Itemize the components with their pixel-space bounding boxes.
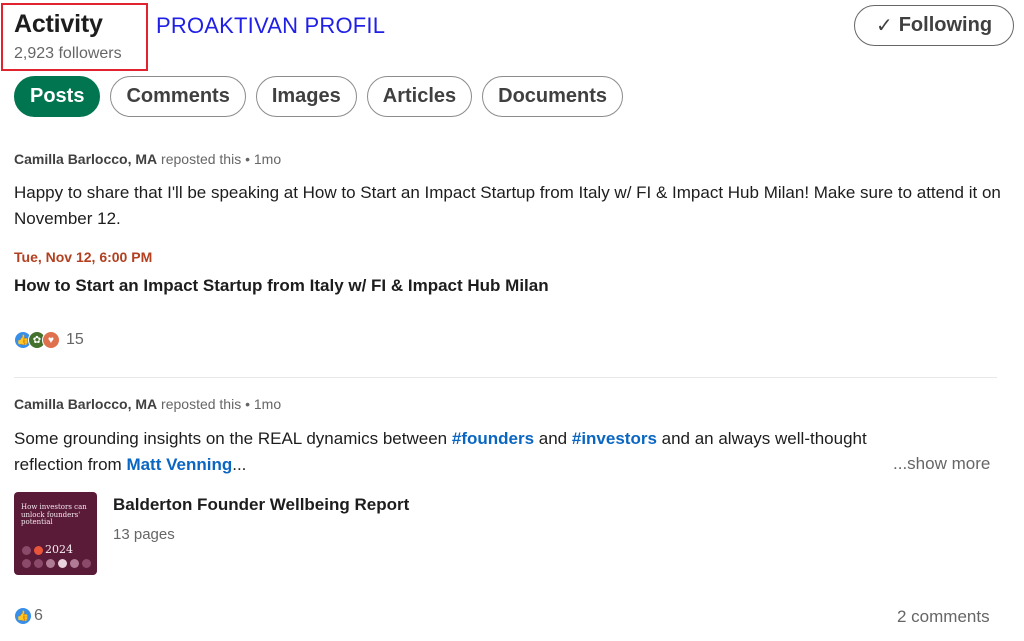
event-title[interactable]: How to Start an Impact Startup from Ital… — [14, 276, 549, 296]
love-reaction-icon: ♥ — [42, 331, 60, 349]
promo-label: PROAKTIVAN PROFIL — [156, 13, 386, 38]
following-label: Following — [898, 14, 993, 36]
post-time: • 1mo — [245, 396, 282, 412]
post-text: Happy to share that I'll be speaking at … — [14, 183, 1001, 228]
followers-count: 2,923 followers — [14, 45, 122, 62]
post-meta: Camilla Barlocco, MA reposted this • 1mo — [14, 396, 281, 412]
show-more-button[interactable]: ...show more — [893, 454, 990, 474]
post-meta: Camilla Barlocco, MA reposted this • 1mo — [14, 151, 281, 167]
hashtag-founders[interactable]: #founders — [452, 429, 534, 448]
hashtag-investors[interactable]: #investors — [572, 429, 657, 448]
post-action: reposted this — [161, 151, 242, 167]
like-reaction-icon: 👍 — [14, 607, 32, 625]
thumbnail-title: How investors can unlock founders' poten… — [21, 503, 87, 526]
check-icon: ✓ — [875, 15, 893, 37]
document-pages: 13 pages — [113, 526, 175, 543]
post-text-part: and — [534, 429, 572, 448]
post-author[interactable]: Camilla Barlocco, MA — [14, 396, 157, 412]
thumb-dot — [34, 559, 43, 568]
post-text-part: Some grounding insights on the REAL dyna… — [14, 429, 452, 448]
thumb-dot — [22, 559, 31, 568]
reactions-summary[interactable]: 👍 6 — [14, 607, 43, 625]
thumb-dot — [58, 559, 67, 568]
thumb-dot — [70, 559, 79, 568]
tab-documents[interactable]: Documents — [482, 76, 624, 117]
thumb-dot — [34, 546, 43, 555]
activity-tabs: Posts Comments Images Articles Documents — [14, 76, 624, 117]
post-author[interactable]: Camilla Barlocco, MA — [14, 151, 157, 167]
post-time: • 1mo — [245, 151, 282, 167]
thumbnail-year: 2024 — [45, 543, 73, 556]
post-divider — [14, 377, 997, 378]
event-date: Tue, Nov 12, 6:00 PM — [14, 249, 153, 265]
reaction-count: 6 — [34, 607, 43, 624]
tab-comments[interactable]: Comments — [110, 76, 246, 117]
comments-count[interactable]: 2 comments — [897, 607, 990, 627]
thumb-dot — [46, 559, 55, 568]
reactions-summary[interactable]: 👍 ✿ ♥ 15 — [14, 331, 84, 349]
post-ellipsis: ... — [232, 455, 247, 474]
document-title[interactable]: Balderton Founder Wellbeing Report — [113, 495, 409, 515]
tab-articles[interactable]: Articles — [366, 76, 473, 117]
tab-posts[interactable]: Posts — [14, 76, 101, 117]
thumb-dot — [82, 559, 91, 568]
page-title: Activity — [14, 10, 103, 38]
reaction-count: 15 — [66, 331, 84, 348]
mention-link[interactable]: Matt Venning — [126, 455, 232, 474]
post-text: Some grounding insights on the REAL dyna… — [14, 426, 894, 478]
tab-images[interactable]: Images — [255, 76, 357, 117]
post-action: reposted this — [161, 396, 242, 412]
following-button[interactable]: ✓ Following — [854, 5, 1014, 46]
document-thumbnail[interactable]: How investors can unlock founders' poten… — [14, 492, 97, 575]
thumb-dot — [22, 546, 31, 555]
